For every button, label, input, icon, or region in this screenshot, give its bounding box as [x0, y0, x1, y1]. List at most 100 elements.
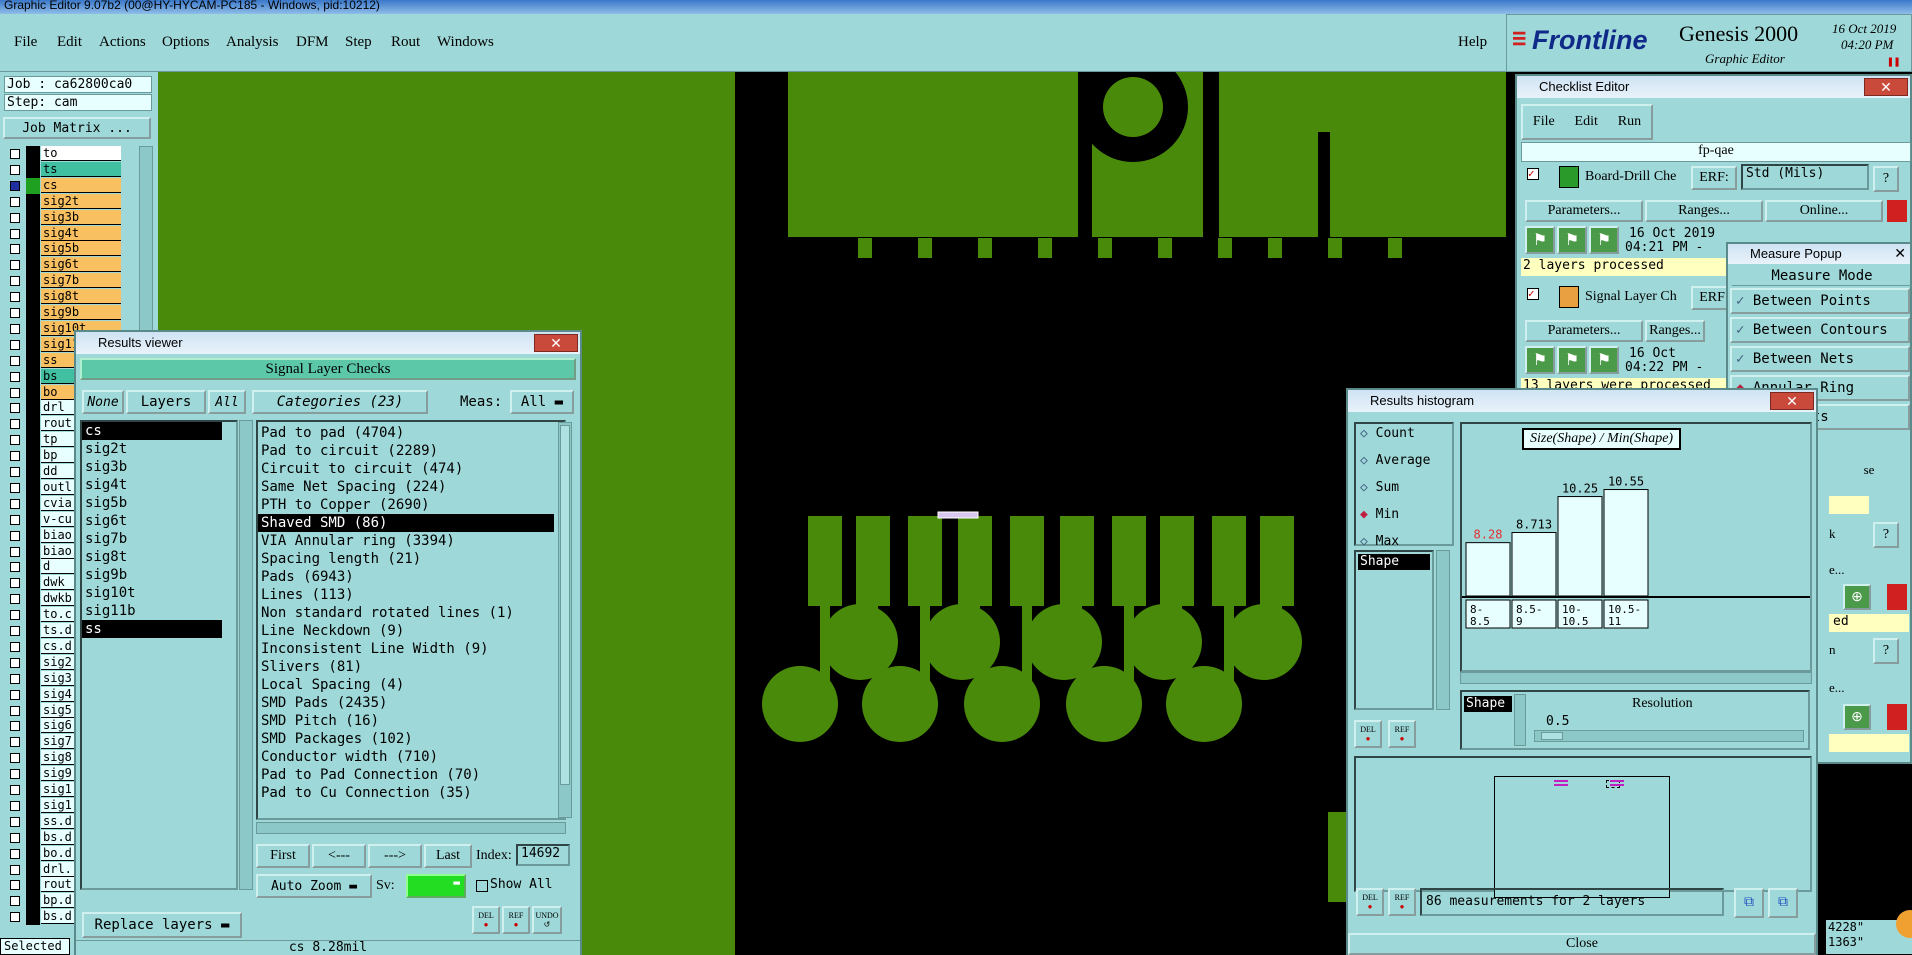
menu-help[interactable]: Help	[1458, 34, 1487, 51]
layer-checkbox[interactable]	[10, 467, 20, 477]
show-all-checkbox[interactable]	[476, 880, 488, 892]
stat-option[interactable]: ◆ Min	[1360, 507, 1399, 522]
layer-row[interactable]: sig2t	[0, 193, 125, 210]
layer-row[interactable]: sig4t	[0, 225, 125, 242]
measure-mode-item[interactable]: ✓ Between Points	[1730, 288, 1910, 314]
histogram-close-icon[interactable]: ✕	[1770, 392, 1814, 410]
layer-checkbox[interactable]	[10, 403, 20, 414]
category-item[interactable]: Non standard rotated lines (1)	[258, 604, 564, 622]
layer-checkbox[interactable]	[10, 769, 20, 780]
ref-button-2[interactable]: REF ●	[1388, 888, 1416, 916]
layer-checkbox[interactable]	[10, 594, 20, 605]
layer-list-item[interactable]: sig9b	[82, 566, 236, 584]
category-item[interactable]: Spacing length (21)	[258, 550, 564, 568]
layer-checkbox[interactable]	[10, 785, 20, 795]
layer-name[interactable]: ts	[41, 161, 121, 177]
job-matrix-button[interactable]: Job Matrix ...	[3, 117, 151, 139]
layer-checkbox[interactable]	[10, 610, 20, 621]
run-icon-2[interactable]: ⚑	[1557, 226, 1587, 254]
del-button-2[interactable]: DEL ●	[1356, 888, 1384, 916]
category-item[interactable]: Conductor width (710)	[258, 748, 564, 766]
layer-row[interactable]: sig8t	[0, 289, 125, 306]
layer-list-item[interactable]: sig8t	[82, 548, 236, 566]
layer-checkbox[interactable]	[10, 912, 20, 923]
layer-checkbox[interactable]	[10, 641, 20, 652]
resolution-slider-thumb[interactable]	[1541, 732, 1563, 740]
run-icon-5[interactable]: ⚑	[1557, 346, 1587, 374]
measure-mode-item[interactable]: ✓ Between Nets	[1730, 346, 1910, 372]
measure-close-icon[interactable]: ✕	[1894, 245, 1906, 262]
layer-checkbox[interactable]	[10, 657, 20, 668]
layer-name[interactable]: sig5b	[41, 241, 121, 257]
parameters-button-1[interactable]: Parameters...	[1525, 200, 1643, 222]
shape-item[interactable]: Shape	[1358, 554, 1430, 570]
check1-checkbox[interactable]: ✓	[1527, 168, 1539, 180]
prev-button[interactable]: <---	[312, 844, 366, 868]
stat-option[interactable]: ◇ Sum	[1360, 480, 1399, 495]
del-button[interactable]: DEL ●	[472, 906, 500, 934]
ranges-button-1[interactable]: Ranges...	[1645, 200, 1763, 222]
layer-checkbox[interactable]	[10, 371, 20, 382]
layer-checkbox[interactable]	[10, 530, 20, 541]
all-button[interactable]: All	[208, 390, 246, 414]
hist-del-button-top[interactable]: DEL ●	[1354, 720, 1384, 748]
layer-checkbox[interactable]	[10, 419, 20, 430]
layer-checkbox[interactable]	[10, 705, 20, 716]
chart-hscrollbar[interactable]	[1460, 672, 1812, 684]
layer-checkbox[interactable]	[10, 578, 20, 589]
histogram-bar[interactable]	[1511, 532, 1557, 597]
layer-checkbox[interactable]	[10, 753, 20, 764]
histogram-bar[interactable]	[1557, 496, 1603, 597]
layer-checkbox[interactable]	[10, 816, 20, 827]
layer-row[interactable]: sig9b	[0, 305, 125, 321]
category-item[interactable]: Lines (113)	[258, 586, 564, 604]
layer-checkbox[interactable]	[10, 180, 20, 191]
stat-option[interactable]: ◇ Max	[1360, 534, 1399, 549]
layer-checkbox[interactable]	[10, 387, 20, 398]
layer-checkbox[interactable]	[10, 498, 20, 509]
layer-list-item[interactable]: sig5b	[82, 494, 236, 512]
menu-dfm[interactable]: DFM	[296, 34, 329, 51]
layer-list-scrollbar[interactable]	[239, 420, 253, 890]
layer-checkbox[interactable]	[10, 673, 20, 684]
layer-name[interactable]: sig3b	[41, 209, 121, 225]
shape-list[interactable]: Shape	[1354, 550, 1434, 710]
run-icon-3[interactable]: ⚑	[1589, 226, 1619, 254]
layer-checkbox[interactable]	[10, 737, 20, 748]
category-item[interactable]: Shaved SMD (86)	[258, 514, 554, 532]
zoom-area-icon[interactable]: ⧉	[1734, 888, 1764, 918]
layer-name[interactable]: sig6t	[41, 257, 121, 273]
replace-layers-select[interactable]: Replace layers ▬	[82, 912, 242, 938]
layer-checkbox[interactable]	[10, 196, 20, 207]
stat-option[interactable]: ◇ Count	[1360, 426, 1415, 441]
results-viewer-close-icon[interactable]: ✕	[534, 334, 578, 352]
category-item[interactable]: Slivers (81)	[258, 658, 564, 676]
layer-checkbox[interactable]	[10, 848, 20, 859]
last-button[interactable]: Last	[424, 844, 472, 868]
layer-checkbox[interactable]	[10, 689, 20, 700]
erf-button-1[interactable]: ERF:	[1691, 166, 1737, 190]
layer-checkbox[interactable]	[10, 292, 20, 303]
category-item[interactable]: Inconsistent Line Width (9)	[258, 640, 564, 658]
layer-row[interactable]: to	[0, 146, 125, 162]
layer-list-item[interactable]: cs	[82, 422, 222, 440]
layer-checkbox[interactable]	[10, 244, 20, 255]
layer-checkbox[interactable]	[10, 164, 20, 175]
layer-list-item[interactable]: sig11b	[82, 602, 236, 620]
category-item[interactable]: SMD Packages (102)	[258, 730, 564, 748]
category-item[interactable]: Circuit to circuit (474)	[258, 460, 564, 478]
layer-checkbox[interactable]	[10, 832, 20, 843]
stat-option[interactable]: ◇ Average	[1360, 453, 1430, 468]
checklist-menu-run[interactable]: Run	[1618, 114, 1641, 130]
layer-row[interactable]: sig5b	[0, 241, 125, 258]
category-item[interactable]: Pad to Pad Connection (70)	[258, 766, 564, 784]
first-button[interactable]: First	[256, 844, 310, 868]
layer-list-item[interactable]: sig10t	[82, 584, 236, 602]
layer-checkbox[interactable]	[10, 149, 20, 159]
next-button[interactable]: --->	[368, 844, 422, 868]
ranges-button-2[interactable]: Ranges...	[1645, 320, 1705, 342]
histogram-bar[interactable]	[1603, 489, 1649, 597]
none-button[interactable]: None	[82, 390, 124, 414]
run-icon-1[interactable]: ⚑	[1525, 226, 1555, 254]
checklist-menu-file[interactable]: File	[1533, 114, 1555, 130]
